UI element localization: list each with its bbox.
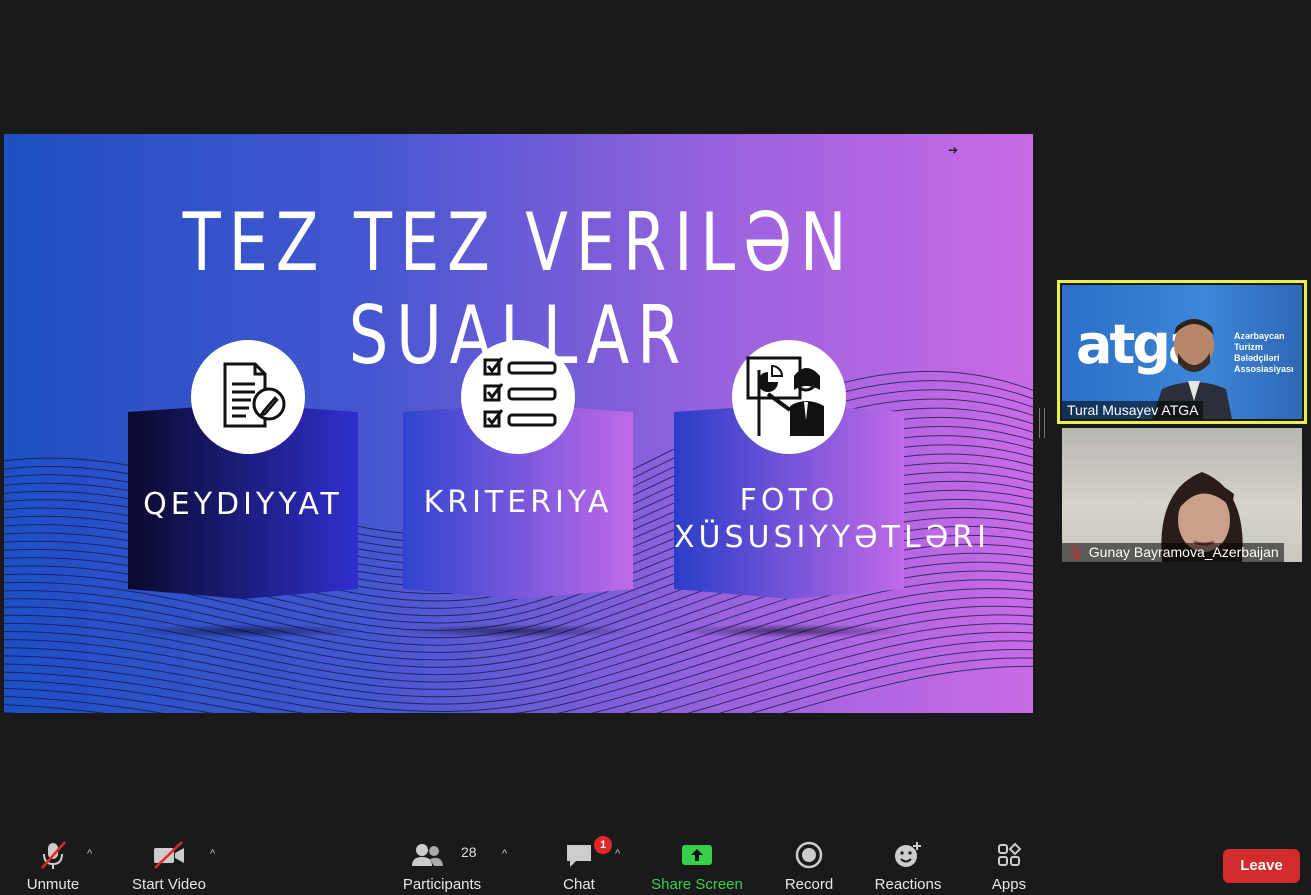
- participant-name: Gunay Bayramova_Azerbaijan: [1088, 544, 1279, 560]
- reactions-button[interactable]: Reactions: [872, 838, 944, 893]
- share-screen-button[interactable]: Share Screen: [650, 838, 744, 893]
- participant-name: Tural Musayev ATGA: [1062, 401, 1204, 419]
- record-button[interactable]: Record: [780, 838, 838, 893]
- org-line: Bələdçiləri: [1234, 353, 1280, 363]
- unmute-label: Unmute: [26, 876, 80, 893]
- organization-name: Azərbaycan Turizm Bələdçiləri Assosiasiy…: [1234, 331, 1294, 375]
- panel-resize-handle[interactable]: [1039, 408, 1045, 438]
- form-pen-icon: [191, 340, 305, 454]
- chat-button[interactable]: 1 Chat: [556, 836, 612, 893]
- card-label: QEYDIYYAT: [143, 487, 343, 522]
- checklist-icon: [461, 340, 575, 454]
- start-video-label: Start Video: [132, 876, 206, 893]
- shared-screen: TEZ TEZ VERILƏN SUALLAR QEYDIYYAT KRITER…: [4, 134, 1033, 713]
- video-options-chevron-icon[interactable]: ^: [210, 848, 215, 860]
- apps-button[interactable]: Apps: [986, 838, 1032, 893]
- wave-line: [4, 588, 1033, 712]
- participants-button[interactable]: 28 Participants: [400, 838, 484, 893]
- card-label-line2: XÜSUSIYYƏTLƏRI: [674, 520, 991, 555]
- chat-label: Chat: [563, 876, 595, 893]
- leave-button[interactable]: Leave: [1223, 849, 1300, 883]
- presenter-icon: [732, 340, 846, 454]
- org-line: Azərbaycan: [1234, 331, 1285, 341]
- arrow-cursor-icon: ➔: [948, 143, 959, 157]
- participant-name-bar: 🎙 Gunay Bayramova_Azerbaijan: [1062, 543, 1284, 562]
- card-shadow: [398, 624, 638, 638]
- reactions-label: Reactions: [874, 876, 942, 893]
- muted-mic-icon: 🎙: [1067, 544, 1085, 560]
- participant-video-tural[interactable]: atga Azərbaycan Turizm Bələdçiləri Assos…: [1057, 280, 1307, 424]
- record-icon: [780, 838, 838, 872]
- share-screen-icon: [650, 838, 744, 872]
- apps-label: Apps: [991, 876, 1027, 893]
- unmute-button[interactable]: Unmute: [20, 838, 86, 893]
- chat-icon: 1: [556, 836, 612, 872]
- org-line: Turizm: [1234, 342, 1263, 352]
- participants-options-chevron-icon[interactable]: ^: [502, 848, 507, 860]
- participants-label: Participants: [402, 876, 482, 893]
- meeting-toolbar: Unmute ^ Start Video ^ 28 Participants ^: [0, 830, 1311, 895]
- chat-unread-badge: 1: [594, 836, 612, 854]
- audio-options-chevron-icon[interactable]: ^: [87, 848, 92, 860]
- video-off-icon: [128, 838, 210, 872]
- reactions-icon: [872, 838, 944, 872]
- org-line: Assosiasiyası: [1234, 364, 1294, 374]
- start-video-button[interactable]: Start Video: [128, 838, 210, 893]
- share-screen-label: Share Screen: [651, 876, 743, 893]
- apps-icon: [986, 838, 1032, 872]
- card-shadow: [126, 624, 366, 638]
- record-label: Record: [784, 876, 834, 893]
- card-label-line1: FOTO: [739, 483, 839, 518]
- chat-options-chevron-icon[interactable]: ^: [615, 848, 620, 860]
- card-shadow: [670, 624, 910, 638]
- participants-icon: 28: [400, 838, 484, 872]
- muted-mic-icon: [20, 838, 86, 872]
- participants-count: 28: [461, 844, 477, 860]
- card-label: KRITERIYA: [423, 485, 613, 520]
- participant-video-gunay[interactable]: 🎙 Gunay Bayramova_Azerbaijan: [1062, 428, 1302, 562]
